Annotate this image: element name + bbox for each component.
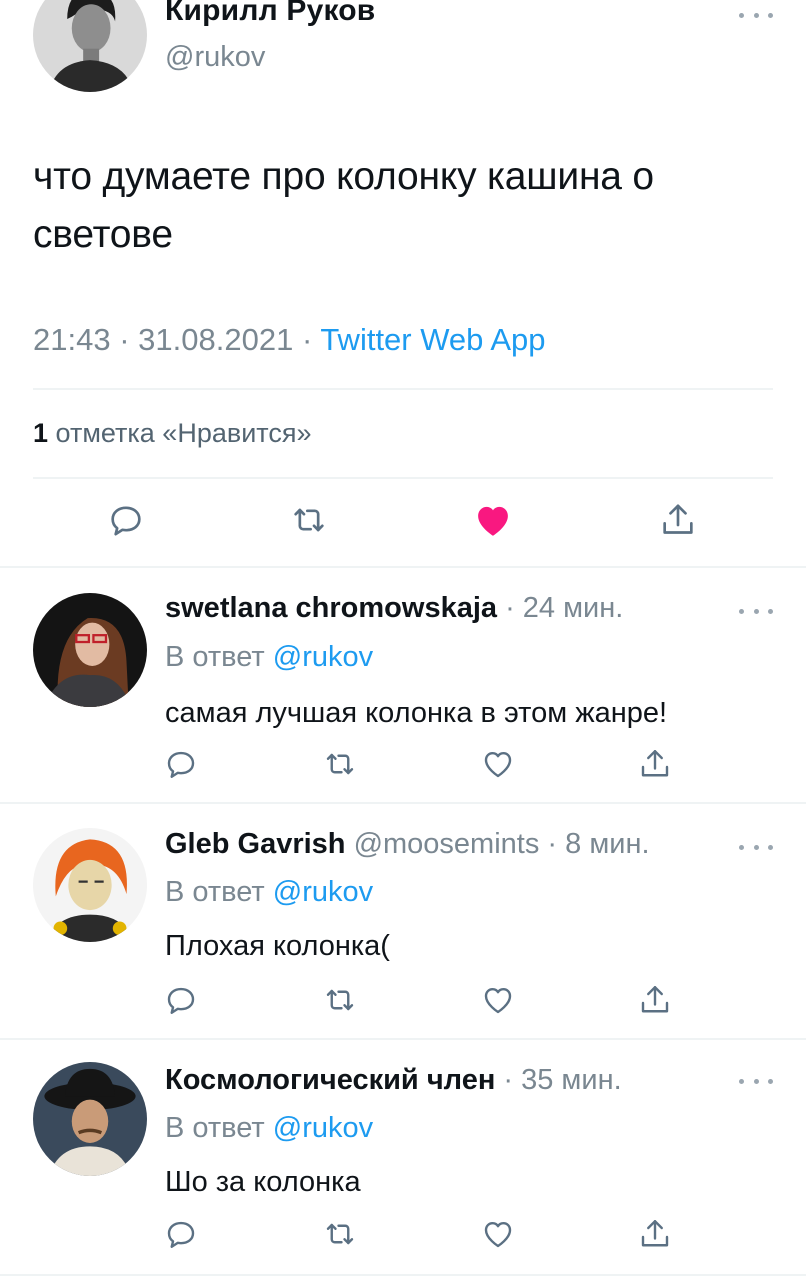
likes-count: 1 bbox=[33, 418, 49, 448]
reply-mention-link[interactable]: @rukov bbox=[273, 1112, 373, 1144]
reply-prefix: В ответ bbox=[165, 876, 265, 908]
reply-header: swetlana chromowskaja · 24 мин. bbox=[165, 592, 623, 625]
reply-actions bbox=[0, 742, 806, 792]
reply-time: · 24 мин. bbox=[505, 592, 624, 624]
tweet-meta: 21:43 · 31.08.2021 · Twitter Web App bbox=[33, 322, 545, 358]
reply-prefix: В ответ bbox=[165, 1112, 265, 1144]
retweet-icon[interactable] bbox=[318, 742, 362, 786]
tweet-date: 31.08.2021 bbox=[138, 322, 294, 357]
reply-actions bbox=[0, 978, 806, 1028]
reply-author-name[interactable]: Gleb Gavrish bbox=[165, 828, 346, 860]
reply-text: Шо за колонка bbox=[165, 1166, 361, 1198]
heart-icon[interactable] bbox=[476, 1212, 520, 1256]
reply-avatar[interactable] bbox=[33, 828, 147, 942]
reply-avatar[interactable] bbox=[33, 593, 147, 707]
reply-author-handle[interactable]: @moosemints bbox=[354, 828, 540, 860]
tweet-time: 21:43 bbox=[33, 322, 111, 357]
main-tweet: Кирилл Руков @rukov что думаете про коло… bbox=[0, 0, 806, 568]
reply-actions bbox=[0, 1212, 806, 1262]
reply-context: В ответ @rukov bbox=[165, 1112, 373, 1145]
retweet-icon[interactable] bbox=[318, 1212, 362, 1256]
reply-icon[interactable] bbox=[159, 1212, 203, 1256]
more-options-icon[interactable] bbox=[739, 842, 773, 852]
heart-filled-icon[interactable] bbox=[471, 498, 515, 542]
tweet-actions bbox=[0, 498, 806, 548]
reply-context: В ответ @rukov bbox=[165, 876, 373, 909]
reply-time: · 35 мин. bbox=[503, 1064, 622, 1096]
tweet-client-link[interactable]: Twitter Web App bbox=[320, 322, 545, 357]
reply-avatar[interactable] bbox=[33, 1062, 147, 1176]
reply-header: Gleb Gavrish @moosemints · 8 мин. bbox=[165, 828, 650, 861]
retweet-icon[interactable] bbox=[287, 498, 331, 542]
author-name[interactable]: Кирилл Руков bbox=[165, 0, 375, 28]
share-icon[interactable] bbox=[633, 978, 677, 1022]
reply-mention-link[interactable]: @rukov bbox=[273, 641, 373, 673]
reply-tweet[interactable]: Космологический член · 35 мин. В ответ @… bbox=[0, 1040, 806, 1276]
tweet-text: что думаете про колонку кашина о светове bbox=[33, 155, 654, 256]
reply-text: Плохая колонка( bbox=[165, 930, 390, 962]
share-icon[interactable] bbox=[633, 742, 677, 786]
reply-prefix: В ответ bbox=[165, 641, 265, 673]
heart-icon[interactable] bbox=[476, 742, 520, 786]
reply-time: · 8 мин. bbox=[547, 828, 650, 860]
reply-mention-link[interactable]: @rukov bbox=[273, 876, 373, 908]
more-options-icon[interactable] bbox=[739, 10, 773, 20]
meta-separator: · bbox=[301, 322, 313, 357]
reply-context: В ответ @rukov bbox=[165, 641, 373, 674]
meta-separator: · bbox=[119, 322, 130, 357]
reply-tweet[interactable]: Gleb Gavrish @moosemints · 8 мин. В отве… bbox=[0, 804, 806, 1040]
reply-author-name[interactable]: Космологический член bbox=[165, 1064, 495, 1096]
reply-icon[interactable] bbox=[159, 978, 203, 1022]
reply-author-name[interactable]: swetlana chromowskaja bbox=[165, 592, 497, 624]
reply-icon[interactable] bbox=[104, 498, 148, 542]
author-avatar[interactable] bbox=[33, 0, 147, 92]
reply-tweet[interactable]: swetlana chromowskaja · 24 мин. В ответ … bbox=[0, 568, 806, 804]
heart-icon[interactable] bbox=[476, 978, 520, 1022]
divider bbox=[33, 388, 773, 390]
share-icon[interactable] bbox=[633, 1212, 677, 1256]
likes-label: отметка «Нравится» bbox=[55, 418, 312, 448]
author-handle[interactable]: @rukov bbox=[165, 41, 265, 74]
likes-summary[interactable]: 1 отметка «Нравится» bbox=[33, 418, 311, 449]
retweet-icon[interactable] bbox=[318, 978, 362, 1022]
reply-text: самая лучшая колонка в этом жанре! bbox=[165, 697, 668, 729]
more-options-icon[interactable] bbox=[739, 606, 773, 616]
divider bbox=[33, 477, 773, 479]
reply-header: Космологический член · 35 мин. bbox=[165, 1064, 622, 1097]
more-options-icon[interactable] bbox=[739, 1076, 773, 1086]
reply-icon[interactable] bbox=[159, 742, 203, 786]
share-icon[interactable] bbox=[656, 498, 700, 542]
